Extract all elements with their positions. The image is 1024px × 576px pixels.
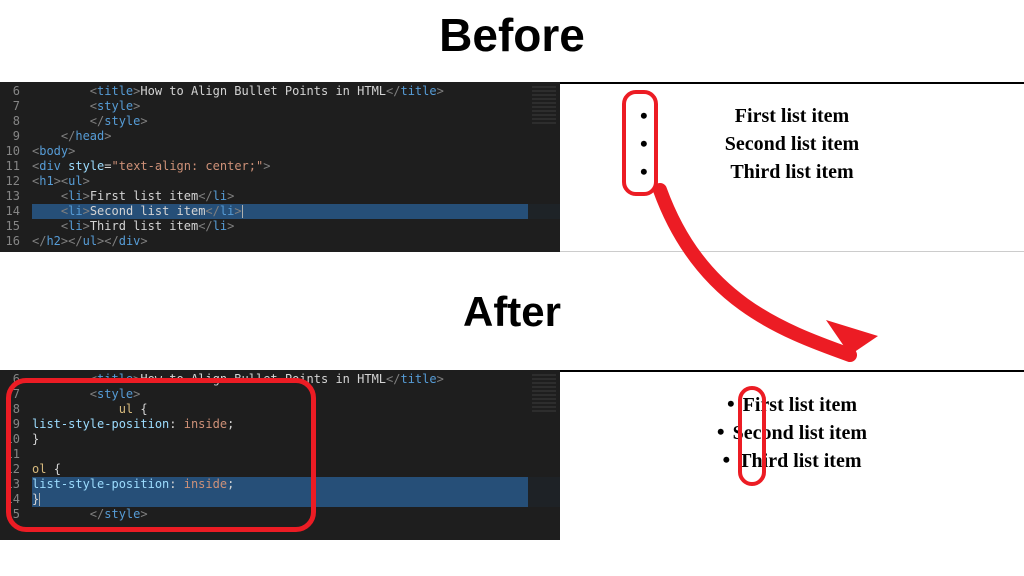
list-item: First list item [560,390,1024,418]
list-item: Third list item [560,158,1024,186]
heading-before: Before [0,8,1024,62]
list-item: Second list item [560,130,1024,158]
rendered-list-after: First list item Second list item Third l… [560,372,1024,474]
render-output-after: First list item Second list item Third l… [560,370,1024,540]
line-number-gutter: 678910111213141516 [0,82,24,252]
minimap [528,82,560,252]
render-output-before: ••• First list item Second list item Thi… [560,82,1024,252]
list-item: First list item [560,102,1024,130]
code-content: <title>How to Align Bullet Points in HTM… [24,82,560,252]
line-number-gutter: 6789101112131415 [0,370,24,540]
code-content: <title>How to Align Bullet Points in HTM… [24,370,560,540]
heading-after: After [0,288,1024,336]
code-editor-after: 6789101112131415 <title>How to Align Bul… [0,370,560,540]
list-item: Third list item [560,446,1024,474]
minimap [528,370,560,540]
rendered-list-before: First list item Second list item Third l… [560,84,1024,186]
list-item: Second list item [560,418,1024,446]
code-editor-before: 678910111213141516 <title>How to Align B… [0,82,560,252]
